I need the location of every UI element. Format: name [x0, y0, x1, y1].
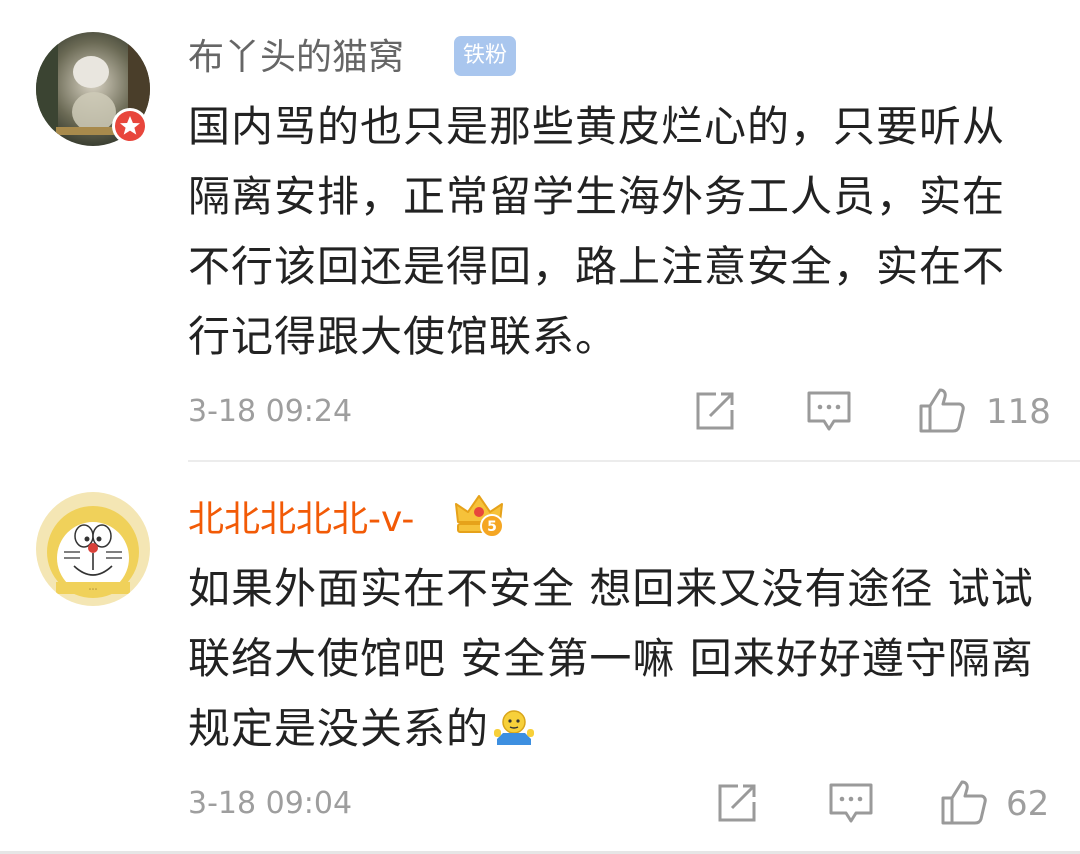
thumbs-up-icon[interactable] [918, 386, 966, 434]
share-icon[interactable] [694, 390, 736, 432]
like-count: 62 [1006, 784, 1050, 824]
comment-icon[interactable] [828, 782, 874, 826]
star-verified-icon [112, 108, 148, 144]
username[interactable]: 北北北北北-v- [188, 498, 414, 542]
share-icon[interactable] [716, 782, 758, 824]
comment-text-content: 如果外面实在不安全 想回来又没有途径 试试联络大使馆吧 安全第一嘛 回来好好遵守… [188, 564, 1034, 753]
shrug-emoji-icon [494, 710, 535, 745]
comment-item: ⋯ 北北北北北-v- 5 如果外面实在不安全 想回来又没有途径 试试联络大使馆吧… [0, 462, 1080, 854]
comment-time: 3-18 09:24 [188, 394, 353, 429]
comment-time: 3-18 09:04 [188, 786, 353, 821]
avatar[interactable]: ⋯ [36, 492, 150, 606]
crown-vip-icon: 5 [455, 495, 504, 538]
svg-text:⋯: ⋯ [89, 585, 98, 595]
thumbs-up-icon[interactable] [940, 778, 988, 826]
username[interactable]: 布丫头的猫窝 [188, 36, 404, 80]
comment-icon[interactable] [806, 390, 852, 434]
comment-text: 国内骂的也只是那些黄皮烂心的，只要听从隔离安排，正常留学生海外务工人员，实在不行… [188, 102, 1006, 361]
comment-text: 如果外面实在不安全 想回来又没有途径 试试联络大使馆吧 安全第一嘛 回来好好遵守… [188, 554, 1038, 764]
fan-badge: 铁粉 [454, 36, 516, 76]
crown-level: 5 [487, 519, 497, 535]
comment-item: 布丫头的猫窝 铁粉 国内骂的也只是那些黄皮烂心的，只要听从隔离安排，正常留学生海… [0, 0, 1080, 462]
like-count: 118 [986, 392, 1051, 432]
